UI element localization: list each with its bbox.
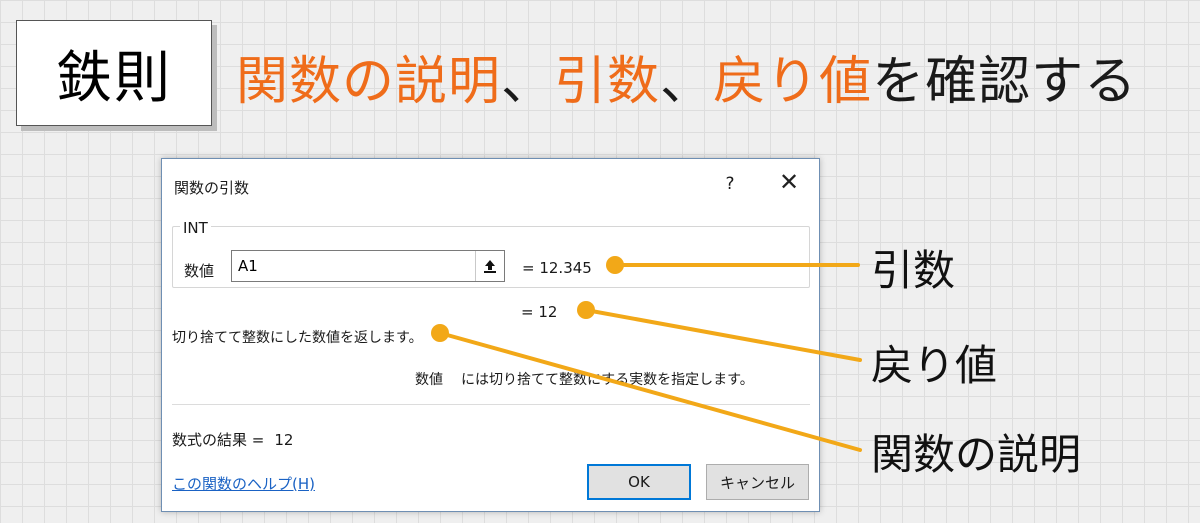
callout-line-description [438,331,862,452]
callout-dot-description [431,324,449,342]
callout-line-return-value [584,308,862,362]
callout-label-description: 関数の説明 [871,430,1082,479]
callout-label-argument: 引数 [871,246,956,295]
callout-dot-return-value [577,301,595,319]
callout-label-return-value: 戻り値 [871,341,998,390]
callout-dot-argument [606,256,624,274]
